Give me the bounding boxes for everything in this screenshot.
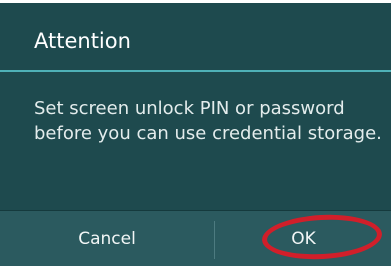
dialog-top-edge — [0, 0, 391, 3]
button-separator — [214, 221, 215, 259]
cancel-button[interactable]: Cancel — [0, 211, 214, 266]
dialog-title: Attention — [34, 29, 131, 53]
dialog-message: Set screen unlock PIN or password before… — [34, 98, 382, 144]
title-divider — [0, 70, 391, 72]
attention-dialog: Attention Set screen unlock PIN or passw… — [0, 0, 391, 266]
